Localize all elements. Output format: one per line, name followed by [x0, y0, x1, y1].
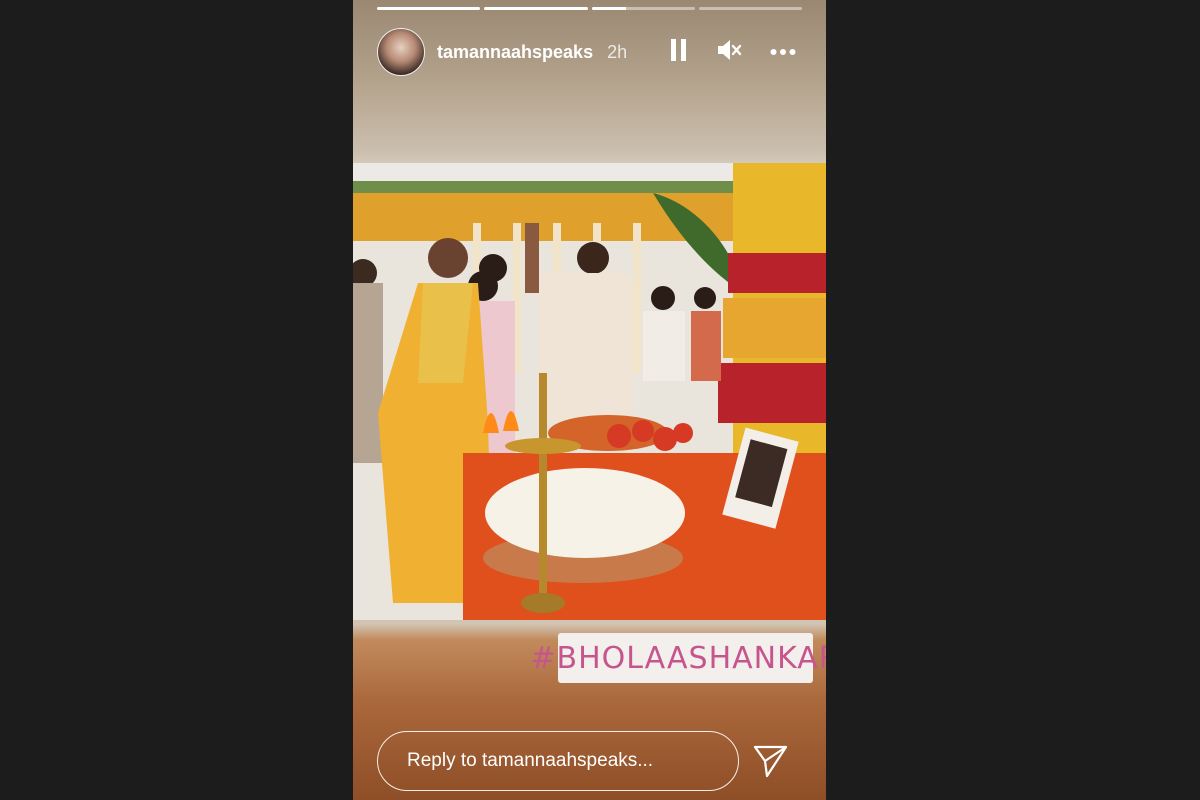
progress-fill	[377, 7, 481, 10]
reply-input[interactable]: Reply to tamannaahspeaks...	[377, 731, 739, 791]
story-viewer: tamannaahspeaks 2h #BHOLAASHANKAR Reply …	[353, 0, 826, 800]
timestamp: 2h	[607, 41, 628, 62]
progress-segment	[591, 7, 695, 10]
story-photo	[353, 163, 826, 620]
send-icon[interactable]	[753, 744, 789, 783]
progress-segment	[484, 7, 588, 10]
username[interactable]: tamannaahspeaks	[437, 42, 593, 63]
more-icon[interactable]	[770, 43, 796, 61]
story-header: tamannaahspeaks 2h	[377, 28, 802, 76]
pause-icon[interactable]	[670, 38, 688, 67]
mute-icon[interactable]	[716, 38, 742, 67]
story-progress-bars	[377, 7, 802, 10]
progress-fill	[591, 7, 626, 10]
hashtag-sticker[interactable]: #BHOLAASHANKAR	[530, 633, 826, 683]
progress-fill	[484, 7, 588, 10]
avatar[interactable]	[377, 28, 425, 76]
progress-segment	[698, 7, 802, 10]
progress-segment	[377, 7, 481, 10]
